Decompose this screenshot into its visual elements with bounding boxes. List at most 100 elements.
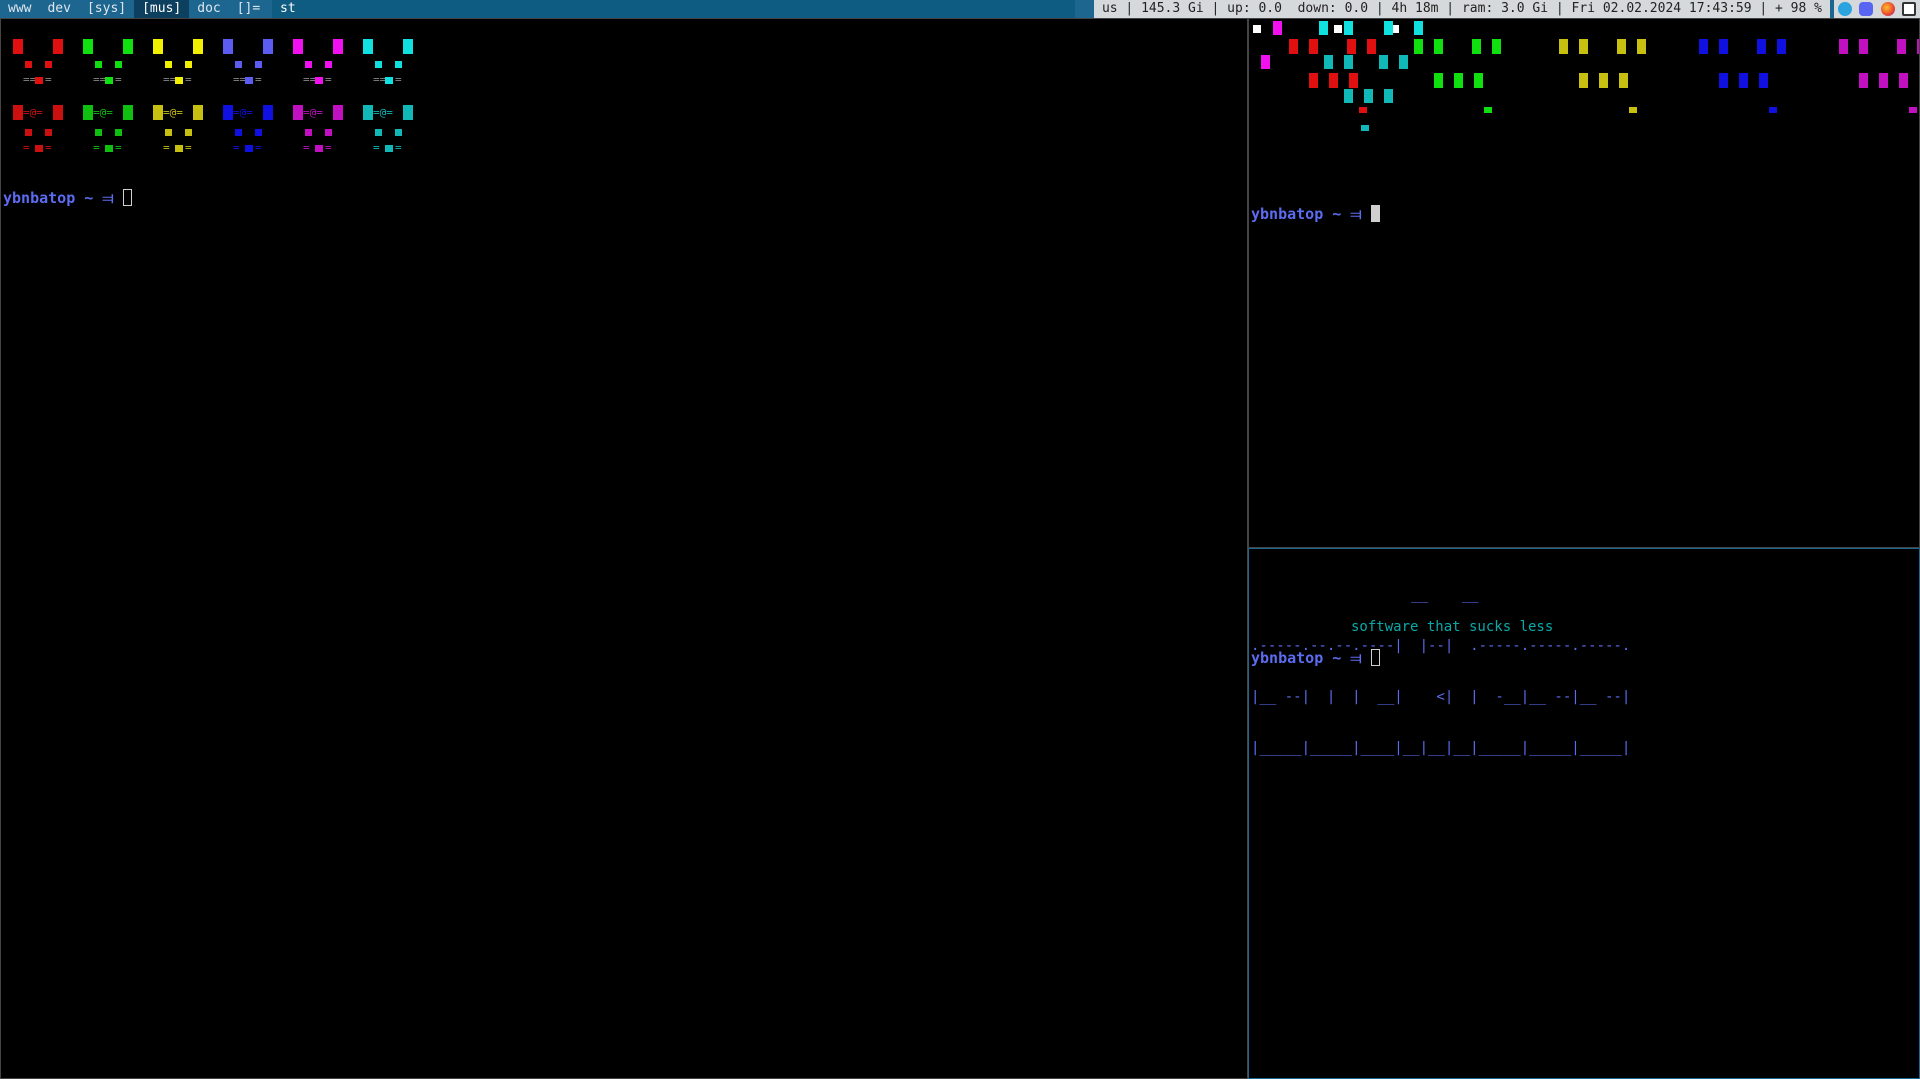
- face-mouth: ==: [93, 73, 107, 86]
- ghost-small: [1359, 107, 1367, 113]
- face-ear: [293, 105, 303, 120]
- ghost-block: [1344, 55, 1353, 69]
- face-ear: [223, 39, 233, 54]
- face-eye: [325, 129, 332, 136]
- prompt-line[interactable]: ybnbatop ~ ⫤: [1251, 205, 1380, 223]
- ghost-block: [1599, 73, 1608, 88]
- tag-dev[interactable]: dev: [39, 0, 78, 18]
- face-nose: [175, 145, 183, 152]
- ghost-block: [1899, 73, 1908, 88]
- face-eye: [325, 61, 332, 68]
- face-mouth: =: [185, 141, 192, 154]
- ghost-block: [1699, 39, 1708, 54]
- telegram-icon[interactable]: [1837, 2, 1852, 16]
- prompt-text: ybnbatop ~ ⫤: [1251, 205, 1371, 223]
- face-eye: [115, 61, 122, 68]
- tag-mus[interactable]: [mus]: [134, 0, 190, 18]
- ghost-block: [1617, 39, 1626, 54]
- face-mid: =@=: [93, 106, 113, 119]
- ghost-block: [1364, 89, 1373, 103]
- ghost-block: [1324, 55, 1333, 69]
- terminal-left[interactable]: == = =@= = = == = =@= = = == = =@= = = == = =@= = = == = =@= = =…: [0, 18, 1248, 1079]
- face-mouth: =: [45, 73, 52, 86]
- ghost-block: [1414, 39, 1423, 54]
- face-ear: [333, 39, 343, 54]
- face-eye: [375, 61, 382, 68]
- face-eye: [115, 129, 122, 136]
- face-ear: [53, 39, 63, 54]
- prompt-text: ybnbatop ~ ⫤: [1251, 649, 1371, 667]
- terminal-right-top[interactable]: ybnbatop ~ ⫤: [1248, 18, 1920, 548]
- face-mouth: ==: [373, 73, 387, 86]
- ghost-block: [1859, 73, 1868, 88]
- face-mid: =@=: [163, 106, 183, 119]
- face-eye: [45, 61, 52, 68]
- face-ear: [223, 105, 233, 120]
- face-nose: [385, 77, 393, 84]
- face-ear: [153, 105, 163, 120]
- ghost-block: [1273, 21, 1282, 35]
- prompt-line[interactable]: ybnbatop ~ ⫤: [3, 189, 132, 207]
- banner-line: |__ --| | | __| <| | -__|__ --|__ --|: [1251, 689, 1631, 705]
- ghost-small: [1769, 107, 1777, 113]
- face-nose: [315, 77, 323, 84]
- face-mouth: =: [373, 141, 380, 154]
- face-eye: [95, 61, 102, 68]
- face-ear: [293, 39, 303, 54]
- ghost-block: [1879, 73, 1888, 88]
- face-ear: [263, 39, 273, 54]
- face-mouth: =: [325, 141, 332, 154]
- face-ear: [83, 39, 93, 54]
- ghost-block: [1757, 39, 1766, 54]
- ghost-block: [1384, 89, 1393, 103]
- face-eye: [25, 129, 32, 136]
- ghost-block: [1434, 73, 1443, 88]
- status-text: us | 145.3 Gi | up: 0.0 down: 0.0 | 4h 1…: [1093, 0, 1830, 18]
- face-eye: [395, 129, 402, 136]
- ghost-block: [1739, 73, 1748, 88]
- firefox-icon[interactable]: [1880, 2, 1895, 16]
- ghost-block: [1454, 73, 1463, 88]
- face-mouth: =: [255, 141, 262, 154]
- face-ear: [53, 105, 63, 120]
- face-nose: [385, 145, 393, 152]
- face-ear: [193, 39, 203, 54]
- cursor: [1370, 205, 1380, 222]
- face-eye: [255, 129, 262, 136]
- tag-doc[interactable]: doc: [189, 0, 228, 18]
- discord-icon[interactable]: [1859, 2, 1874, 16]
- face-mouth: =: [303, 141, 310, 154]
- face-eye: [25, 61, 32, 68]
- ghost-small: [1909, 107, 1917, 113]
- face-mouth: ==: [23, 73, 37, 86]
- banner-line: |_____|_____|____|__|__|__|_____|_____|_…: [1251, 740, 1631, 756]
- prompt-line[interactable]: ybnbatop ~ ⫤: [1251, 649, 1380, 667]
- terminal-right-bottom[interactable]: __ __ .-----.--.--.----| |--| .-----.---…: [1248, 548, 1920, 1079]
- face-nose: [35, 145, 43, 152]
- window-title: st: [272, 0, 1075, 18]
- face-eye: [255, 61, 262, 68]
- tag-www[interactable]: www: [0, 0, 39, 18]
- face-ear: [13, 39, 23, 54]
- ghost-block: [1859, 39, 1868, 54]
- ghost-block: [1367, 39, 1376, 54]
- face-mouth: =: [115, 141, 122, 154]
- face-eye: [305, 129, 312, 136]
- face-nose: [35, 77, 43, 84]
- ghost-block: [1414, 21, 1423, 35]
- face-mouth: =: [395, 141, 402, 154]
- colorscheme-ghosts: [1253, 21, 1919, 131]
- ghost-block: [1329, 73, 1338, 88]
- face-mouth: ==: [303, 73, 317, 86]
- face-eye: [235, 61, 242, 68]
- layout-symbol[interactable]: []=: [229, 0, 268, 18]
- face-eye: [375, 129, 382, 136]
- ghost-block: [1759, 73, 1768, 88]
- window-icon[interactable]: [1902, 2, 1917, 16]
- face-eye: [95, 129, 102, 136]
- status-bar: www dev [sys] [mus] doc []= st us | 145.…: [0, 0, 1920, 18]
- ghost-block: [1261, 55, 1270, 69]
- tag-sys[interactable]: [sys]: [79, 0, 134, 18]
- ghost-block: [1289, 39, 1298, 54]
- banner-line: __ __: [1251, 587, 1479, 603]
